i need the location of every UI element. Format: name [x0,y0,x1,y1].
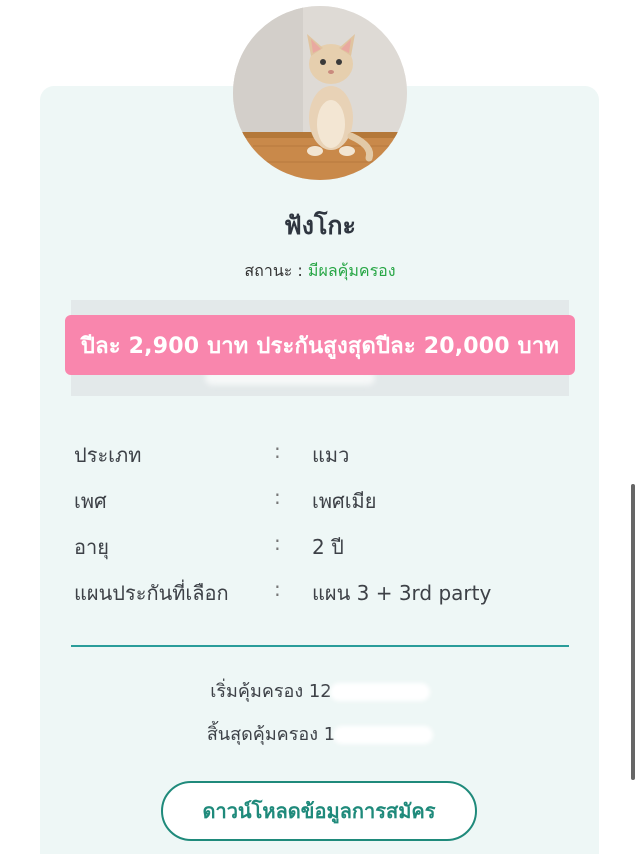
detail-row-sex: เพศ : เพศเมีย [0,485,640,515]
promo-banner: ปีละ 2,900 บาท ประกันสูงสุดปีละ 20,000 บ… [65,315,575,375]
detail-label: แผนประกันที่เลือก [74,581,229,605]
detail-colon: : [274,531,281,555]
detail-label: อายุ [74,535,109,559]
detail-label: เพศ [74,489,107,513]
detail-value: เพศเมีย [312,489,377,513]
detail-colon: : [274,439,281,463]
redacted-date [329,683,430,701]
redacted-date [333,726,434,744]
coverage-start: เริ่มคุ้มครอง 12 [0,676,640,705]
detail-row-age: อายุ : 2 ปี [0,531,640,561]
status-label: สถานะ : [244,261,308,280]
coverage-start-label: เริ่มคุ้มครอง 12 [210,681,332,702]
cat-photo-icon [233,6,407,180]
download-application-button[interactable]: ดาวน์โหลดข้อมูลการสมัคร [161,781,477,841]
detail-value: 2 ปี [312,535,344,559]
detail-row-type: ประเภท : แมว [0,439,640,469]
section-divider [71,645,569,647]
detail-value: แมว [312,443,350,467]
pet-avatar [233,6,407,180]
detail-value: แผน 3 + 3rd party [312,581,492,605]
detail-label: ประเภท [74,443,142,467]
coverage-end-label: สิ้นสุดคุ้มครอง 1 [206,724,336,745]
pet-name: ฟังโกะ [284,211,356,240]
detail-colon: : [274,577,281,601]
scrollbar[interactable] [631,484,635,780]
coverage-end: สิ้นสุดคุ้มครอง 1 [0,719,640,748]
status-line: สถานะ : มีผลคุ้มครอง [0,259,640,284]
policy-page: ฟังโกะ สถานะ : มีผลคุ้มครอง ปีละ 2,900 บ… [0,0,640,854]
status-value: มีผลคุ้มครอง [307,261,396,280]
detail-colon: : [274,485,281,509]
detail-row-plan: แผนประกันที่เลือก : แผน 3 + 3rd party [0,577,640,607]
